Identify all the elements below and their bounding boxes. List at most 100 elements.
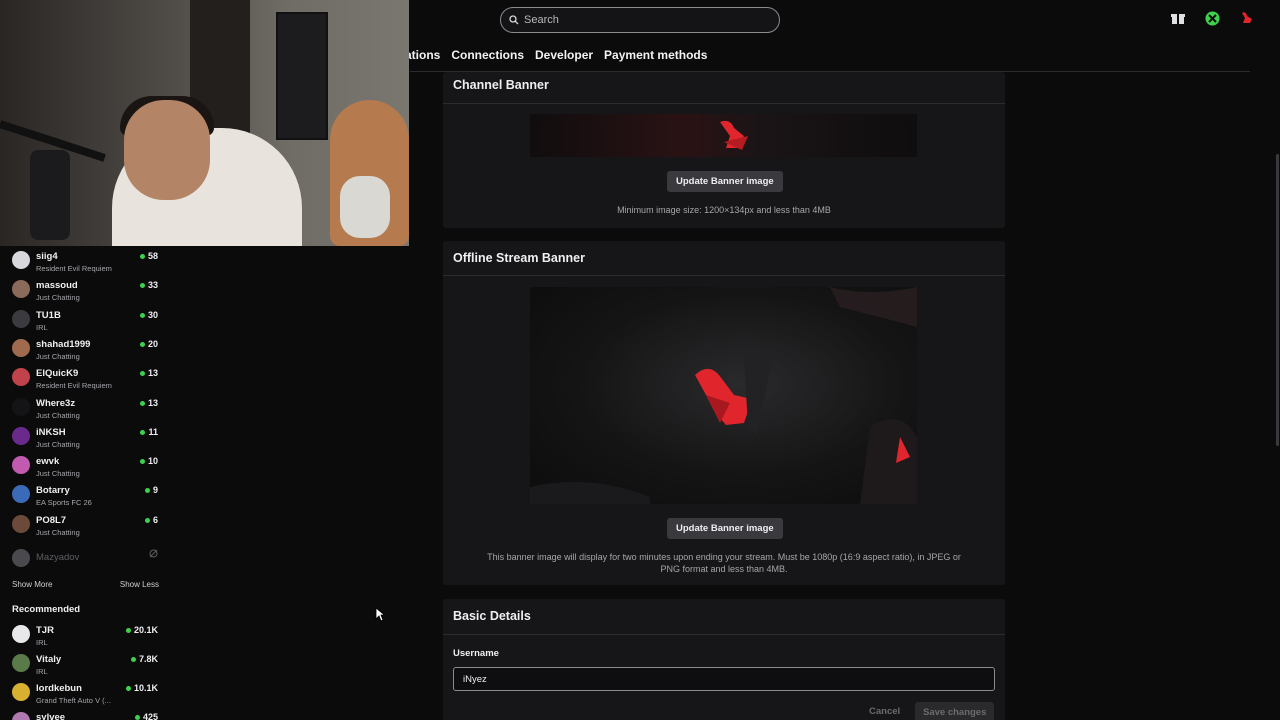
live-dot-icon [139, 253, 145, 259]
viewer-count-value: 30 [147, 310, 158, 320]
channel-item[interactable]: TJR IRL 20.1K [12, 625, 162, 653]
offline-channel[interactable]: Mazyadov [12, 549, 162, 577]
avatar [12, 456, 30, 474]
channel-category: Just Chatting [36, 411, 80, 420]
search-bar[interactable] [500, 7, 780, 33]
channel-item[interactable]: Vitaly IRL 7.8K [12, 654, 162, 682]
channel-name: TJR [36, 625, 54, 636]
viewer-count: 13 [139, 398, 158, 408]
live-dot-icon [125, 627, 131, 633]
live-dot-icon [139, 341, 145, 347]
channel-item[interactable]: sylvee 425 [12, 712, 162, 720]
viewer-count-value: 20.1K [133, 625, 158, 635]
viewer-count: 425 [134, 712, 158, 720]
viewer-count-value: 6 [152, 515, 158, 525]
channel-name: siig4 [36, 251, 58, 262]
viewer-count-value: 13 [147, 398, 158, 408]
save-changes-button[interactable]: Save changes [915, 702, 995, 720]
channel-banner-card: Channel Banner Update Banner image Minim… [443, 72, 1005, 228]
channel-name: Mazyadov [36, 552, 80, 563]
channel-item[interactable]: ewvk Just Chatting 10 [12, 456, 162, 484]
viewer-count: 6 [144, 515, 158, 525]
channel-item[interactable]: iNKSH Just Chatting 11 [12, 427, 162, 455]
basic-details-card: Basic Details Username Cancel Save chang… [443, 599, 1005, 720]
avatar [12, 280, 30, 298]
tab-developer[interactable]: Developer [535, 48, 593, 62]
viewer-count: 20 [139, 339, 158, 349]
viewer-count-value: 9 [152, 485, 158, 495]
channel-item[interactable]: Where3z Just Chatting 13 [12, 398, 162, 426]
username-field[interactable] [453, 667, 995, 691]
update-channel-banner-button[interactable]: Update Banner image [667, 171, 783, 192]
card-divider [443, 634, 1005, 635]
tab-connections[interactable]: Connections [451, 48, 524, 62]
channel-category: Resident Evil Requiem [36, 381, 112, 390]
channel-item[interactable]: Botarry EA Sports FC 26 9 [12, 485, 162, 513]
avatar [12, 515, 30, 533]
live-dot-icon [139, 458, 145, 464]
viewer-count-value: 20 [147, 339, 158, 349]
channel-name: shahad1999 [36, 339, 91, 350]
viewer-count: 9 [144, 485, 158, 495]
avatar [12, 398, 30, 416]
gift-icon[interactable] [1170, 10, 1186, 26]
webcam-overlay [0, 0, 409, 246]
viewer-count: 11 [140, 427, 158, 437]
channel-category: Just Chatting [36, 293, 80, 302]
recommended-heading: Recommended [12, 604, 81, 615]
viewer-count-value: 425 [142, 712, 158, 720]
channel-item[interactable]: PO8L7 Just Chatting 6 [12, 515, 162, 543]
avatar [12, 712, 30, 720]
tab-notifications[interactable]: ations [405, 48, 440, 62]
channel-item[interactable]: massoud Just Chatting 33 [12, 280, 162, 308]
channel-category: IRL [36, 323, 48, 332]
channel-category: Just Chatting [36, 528, 80, 537]
offline-banner-image [530, 287, 917, 504]
channel-name: iNKSH [36, 427, 66, 438]
channel-name: ewvk [36, 456, 60, 467]
card-title: Basic Details [453, 609, 531, 623]
avatar [12, 339, 30, 357]
viewer-count: 13 [139, 368, 158, 378]
live-dot-icon [144, 517, 150, 523]
live-dot-icon [125, 685, 131, 691]
channel-item[interactable]: lordkebun Grand Theft Auto V (... 10.1K [12, 683, 162, 711]
avatar [12, 427, 30, 445]
channel-category: Just Chatting [36, 440, 80, 449]
cancel-button[interactable]: Cancel [869, 706, 900, 717]
avatar [12, 368, 30, 386]
channel-name: Vitaly [36, 654, 62, 665]
avatar [12, 310, 30, 328]
offline-banner-card: Offline Stream Banner Update Banner imag… [443, 241, 1005, 585]
offline-banner-hint-line2: PNG format and less than 4MB. [660, 564, 788, 574]
viewer-count: 20.1K [125, 625, 158, 635]
xbox-icon[interactable] [1204, 10, 1220, 26]
viewer-count-value: 33 [147, 280, 158, 290]
channel-item[interactable]: siig4 Resident Evil Requiem 58 [12, 251, 162, 279]
show-more-link[interactable]: Show More [12, 580, 52, 589]
live-dot-icon [130, 656, 136, 662]
avatar [12, 683, 30, 701]
viewer-count: 30 [139, 310, 158, 320]
avatar [12, 251, 30, 269]
channel-item[interactable]: ElQuicK9 Resident Evil Requiem 13 [12, 368, 162, 396]
channel-category: IRL [36, 667, 48, 676]
offline-icon [149, 549, 158, 558]
avatar [12, 485, 30, 503]
tab-payment-methods[interactable]: Payment methods [604, 48, 707, 62]
user-avatar-icon[interactable] [1238, 10, 1254, 26]
search-input[interactable] [524, 14, 764, 26]
viewer-count-value: 10 [147, 456, 158, 466]
channel-name: Botarry [36, 485, 70, 496]
channel-category: Grand Theft Auto V (... [36, 696, 111, 705]
update-offline-banner-button[interactable]: Update Banner image [667, 518, 783, 539]
channel-item[interactable]: shahad1999 Just Chatting 20 [12, 339, 162, 367]
channel-category: Just Chatting [36, 469, 80, 478]
live-dot-icon [140, 429, 146, 435]
channel-name: massoud [36, 280, 78, 291]
channel-item[interactable]: TU1B IRL 30 [12, 310, 162, 338]
show-more-less-row: Show More Show Less [12, 580, 159, 589]
show-less-link[interactable]: Show Less [120, 580, 159, 589]
viewer-count: 10 [139, 456, 158, 466]
page-scrollbar[interactable] [1276, 154, 1279, 446]
